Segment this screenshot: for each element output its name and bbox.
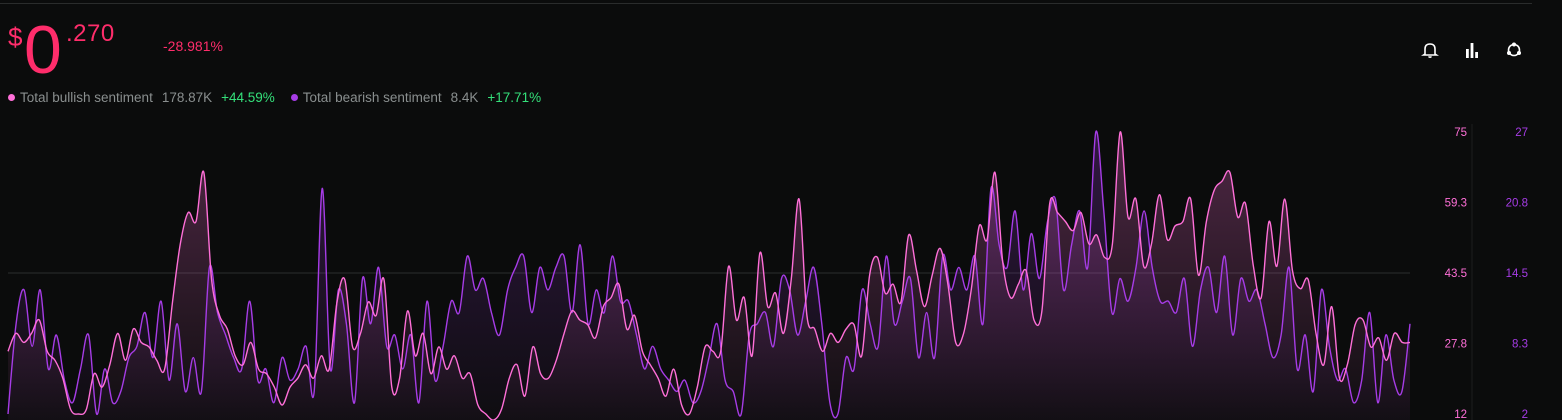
left-axis-tick: 59.3 xyxy=(1445,198,1467,210)
left-axis-tick: 27.8 xyxy=(1445,339,1467,351)
right-axis-tick: 2 xyxy=(1522,409,1528,420)
left-axis-tick: 75 xyxy=(1454,127,1467,139)
bullish-area xyxy=(8,131,1410,420)
left-axis-tick: 43.5 xyxy=(1445,268,1467,280)
right-axis-tick: 20.8 xyxy=(1506,198,1528,210)
right-axis-tick: 8.3 xyxy=(1512,339,1528,351)
sentiment-chart: 75 59.3 43.5 27.8 12 27 20.8 14.5 8.3 2 xyxy=(7,124,1528,420)
right-axis-tick: 14.5 xyxy=(1506,268,1528,280)
right-axis-tick: 27 xyxy=(1515,127,1528,139)
left-axis-tick: 12 xyxy=(1454,409,1467,420)
